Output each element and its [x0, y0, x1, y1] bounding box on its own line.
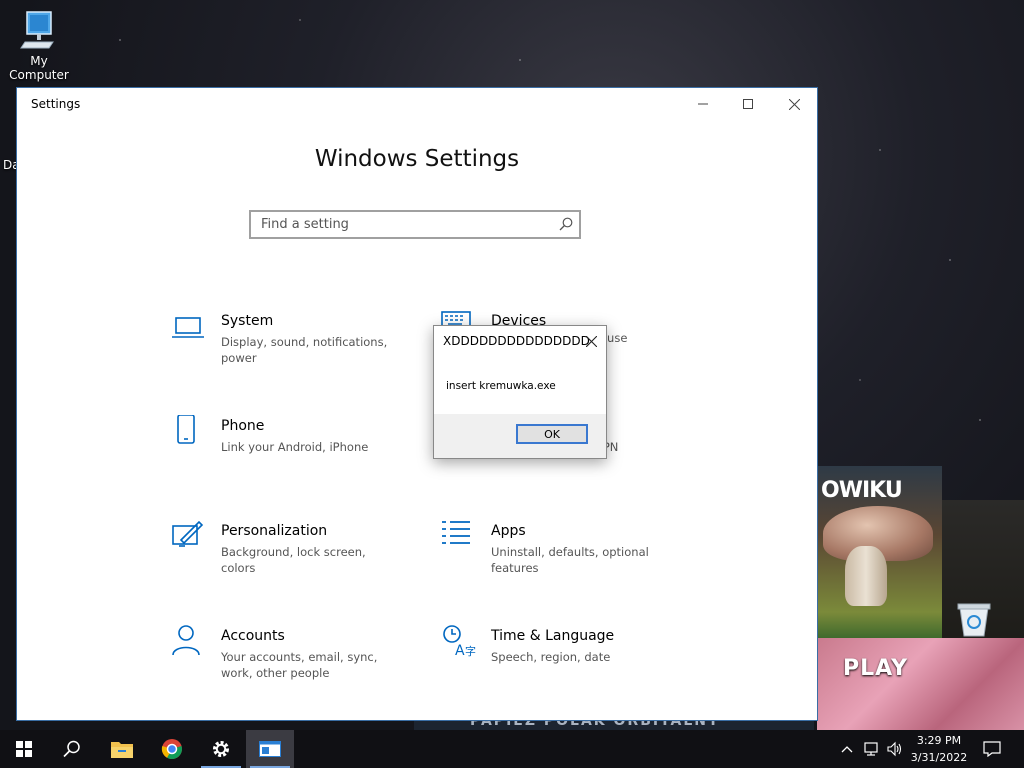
tile-time-language[interactable]: A 字 Time & Language Speech, region, date [441, 625, 671, 695]
taskbar-file-explorer[interactable] [98, 730, 146, 768]
tile-title: Personalization [221, 523, 328, 539]
maximize-icon [743, 99, 753, 109]
start-button[interactable] [0, 730, 48, 768]
tile-description: Background, lock screen, colors [221, 545, 366, 575]
close-icon [585, 335, 597, 347]
tile-description: Display, sound, notifications, power [221, 335, 388, 365]
file-explorer-icon [111, 742, 133, 758]
recycle-bin-icon[interactable] [956, 600, 992, 638]
volume-icon [887, 741, 902, 757]
tile-description: Link your Android, iPhone [221, 440, 369, 454]
desktop-icon-label: My Computer [9, 54, 69, 82]
tile-title: Accounts [221, 628, 285, 644]
clock-date: 3/31/2022 [910, 751, 968, 764]
tile-system[interactable]: System Display, sound, notifications, po… [171, 310, 401, 380]
search-icon [559, 217, 573, 231]
tile-title: System [221, 313, 274, 329]
taskbar-clock[interactable]: 3:29 PM 3/31/2022 [906, 732, 972, 766]
bottom-banner: PAPIEZ POLAK ORBITALNY [414, 714, 814, 730]
play-label: PLAY [843, 656, 908, 681]
laptop-icon [172, 317, 204, 338]
apps-list-icon [442, 521, 470, 544]
tile-accounts[interactable]: Accounts Your accounts, email, sync, wor… [171, 625, 401, 695]
ad-banner[interactable]: OWIKU [817, 466, 942, 638]
notification-icon [983, 741, 1001, 757]
chevron-up-icon [841, 746, 853, 753]
close-icon [788, 98, 800, 110]
tile-description: Your accounts, email, sync, work, other … [221, 650, 378, 680]
app-window-icon [259, 741, 281, 757]
tile-description: Uninstall, defaults, optional features [491, 545, 649, 575]
tile-description: ouse [600, 331, 628, 345]
paintbrush-icon [172, 520, 204, 547]
dialog-message: insert kremuwka.exe [446, 380, 556, 392]
show-hidden-icons-button[interactable] [838, 730, 856, 768]
computer-icon [17, 8, 61, 52]
page-title: Windows Settings [314, 146, 520, 172]
taskbar: 3:29 PM 3/31/2022 [0, 730, 1024, 768]
desktop-icon-my-computer[interactable]: My Computer [0, 8, 78, 82]
mushroom-stem-image [845, 546, 887, 606]
chrome-icon [161, 739, 182, 760]
tile-description: VPN [595, 439, 765, 455]
search-input[interactable] [251, 212, 551, 237]
svg-text:字: 字 [465, 644, 476, 658]
ok-button[interactable]: OK [516, 424, 588, 444]
start-icon [16, 741, 32, 757]
dialog-footer: OK [434, 414, 606, 458]
taskbar-search-button[interactable] [48, 730, 96, 768]
phone-icon [177, 415, 195, 444]
desktop-icon-partial[interactable]: Da [0, 140, 20, 180]
taskbar-settings[interactable] [197, 730, 245, 768]
network-tray-button[interactable] [860, 730, 882, 768]
tile-personalization[interactable]: Personalization Background, lock screen,… [171, 520, 401, 590]
tile-apps[interactable]: Apps Uninstall, defaults, optional featu… [441, 520, 671, 590]
taskbar-chrome[interactable] [148, 730, 196, 768]
settings-window[interactable]: Settings Windows Settings System Display… [17, 88, 817, 720]
window-title: Settings [31, 97, 81, 111]
dialog-title: XDDDDDDDDDDDDDDD [443, 334, 590, 348]
message-box-dialog[interactable]: XDDDDDDDDDDDDDDD insert kremuwka.exe OK [433, 325, 607, 459]
time-language-icon: A 字 [443, 625, 476, 659]
clock-time: 3:29 PM [916, 734, 962, 747]
tile-title: Apps [491, 523, 526, 539]
title-bar[interactable]: Settings [17, 88, 817, 120]
minimize-button[interactable] [680, 88, 726, 120]
minimize-icon [698, 103, 708, 105]
tile-title: Phone [221, 418, 265, 434]
svg-text:A: A [455, 643, 465, 659]
person-icon [172, 625, 200, 656]
search-box[interactable] [249, 210, 581, 239]
tile-description: Speech, region, date [491, 650, 611, 664]
maximize-button[interactable] [725, 88, 771, 120]
volume-tray-button[interactable] [884, 730, 906, 768]
settings-gear-icon [213, 741, 229, 757]
tile-title: Time & Language [491, 628, 615, 644]
tile-phone[interactable]: Phone Link your Android, iPhone [171, 415, 401, 485]
taskbar-app-window[interactable] [246, 730, 294, 768]
ad-title: OWIKU [821, 478, 903, 503]
action-center-button[interactable] [978, 730, 1006, 768]
dialog-close-button[interactable] [580, 331, 602, 351]
search-icon [63, 740, 80, 758]
network-icon [864, 742, 878, 756]
play-banner[interactable]: PLAY [817, 638, 1024, 730]
close-button[interactable] [771, 88, 817, 120]
